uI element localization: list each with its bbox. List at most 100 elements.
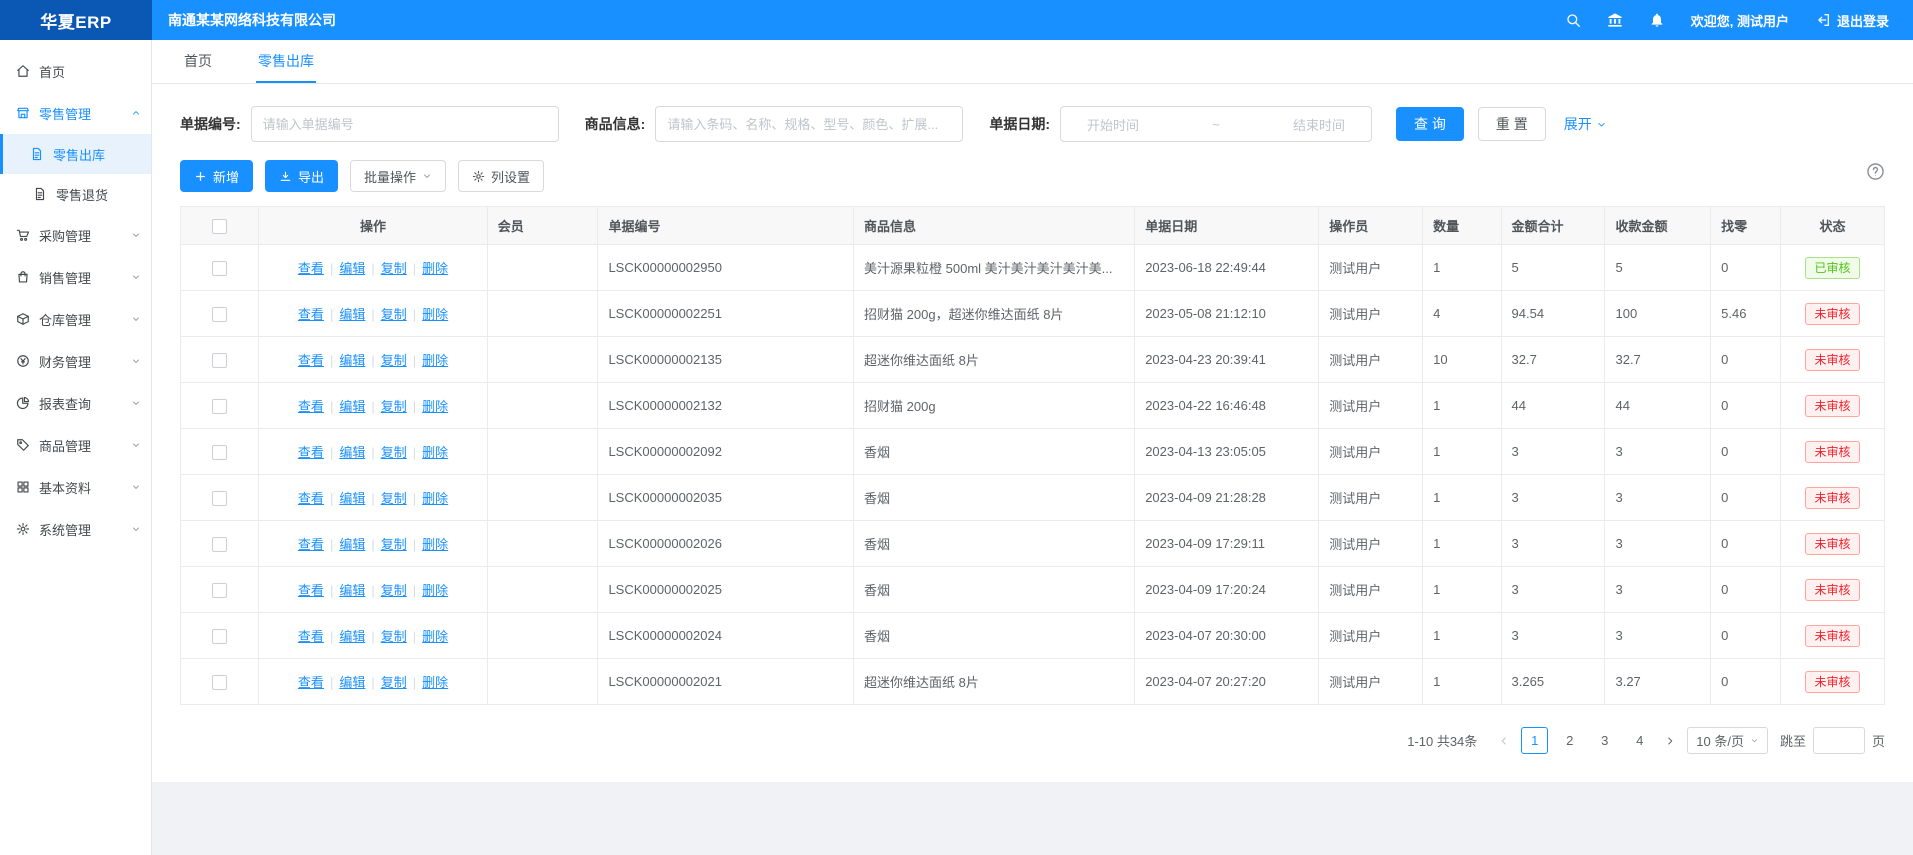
row-checkbox[interactable] [212,353,227,368]
page-3[interactable]: 3 [1591,727,1618,754]
edit-link[interactable]: 编辑 [339,491,365,506]
batch-operations-button[interactable]: 批量操作 [350,160,446,192]
sidebar-item-sale[interactable]: 销售管理 [0,256,151,298]
export-button[interactable]: 导出 [265,160,338,192]
sidebar-item-home[interactable]: 首页 [0,50,151,92]
page-2[interactable]: 2 [1556,727,1583,754]
select-all-checkbox[interactable] [212,219,227,234]
edit-link[interactable]: 编辑 [339,583,365,598]
tab-retail-out[interactable]: 零售出库 [256,40,316,83]
copy-link[interactable]: 复制 [381,353,407,368]
copy-link[interactable]: 复制 [381,491,407,506]
row-checkbox[interactable] [212,491,227,506]
page-4[interactable]: 4 [1626,727,1653,754]
actions-cell: 查看|编辑|复制|删除 [259,613,487,659]
edit-link[interactable]: 编辑 [339,353,365,368]
copy-link[interactable]: 复制 [381,583,407,598]
main-area: 首页零售出库 单据编号: 商品信息: 单据日期: 开始时间 ~ 结束时间 查 询… [152,40,1913,855]
search-button[interactable]: 查 询 [1396,107,1464,141]
copy-link[interactable]: 复制 [381,399,407,414]
copy-link[interactable]: 复制 [381,629,407,644]
view-link[interactable]: 查看 [298,261,324,276]
copy-link[interactable]: 复制 [381,537,407,552]
delete-link[interactable]: 删除 [422,445,448,460]
copy-link[interactable]: 复制 [381,445,407,460]
row-checkbox[interactable] [212,399,227,414]
total-amount-cell: 3 [1501,429,1605,475]
page-1[interactable]: 1 [1521,727,1548,754]
date-range-picker[interactable]: 开始时间 ~ 结束时间 [1060,106,1372,142]
quantity-cell: 1 [1423,659,1501,705]
bank-icon[interactable] [1607,12,1623,28]
row-checkbox[interactable] [212,445,227,460]
edit-link[interactable]: 编辑 [339,399,365,414]
sidebar-item-retail[interactable]: 零售管理 [0,92,151,134]
row-checkbox[interactable] [212,261,227,276]
checkbox-cell [181,475,259,521]
delete-link[interactable]: 删除 [422,307,448,322]
app-logo[interactable]: 华夏ERP [0,0,152,40]
sidebar-item-system[interactable]: 系统管理 [0,508,151,550]
sidebar-item-retail-return[interactable]: 零售退货 [0,174,151,214]
delete-link[interactable]: 删除 [422,675,448,690]
delete-link[interactable]: 删除 [422,353,448,368]
delete-link[interactable]: 删除 [422,629,448,644]
sidebar-item-finance[interactable]: 财务管理 [0,340,151,382]
edit-link[interactable]: 编辑 [339,537,365,552]
sidebar-item-report[interactable]: 报表查询 [0,382,151,424]
view-link[interactable]: 查看 [298,445,324,460]
edit-link[interactable]: 编辑 [339,261,365,276]
welcome-text[interactable]: 欢迎您, 测试用户 [1691,11,1789,30]
reset-button[interactable]: 重 置 [1478,107,1546,141]
delete-link[interactable]: 删除 [422,583,448,598]
prev-page-button[interactable] [1495,735,1513,747]
view-link[interactable]: 查看 [298,675,324,690]
delete-link[interactable]: 删除 [422,491,448,506]
delete-link[interactable]: 删除 [422,537,448,552]
row-checkbox[interactable] [212,307,227,322]
edit-link[interactable]: 编辑 [339,675,365,690]
help-icon[interactable] [1866,162,1885,181]
edit-link[interactable]: 编辑 [339,307,365,322]
view-link[interactable]: 查看 [298,399,324,414]
row-checkbox[interactable] [212,675,227,690]
sidebar-item-retail-out[interactable]: 零售出库 [0,134,151,174]
search-icon[interactable] [1565,12,1581,28]
sidebar-item-basic[interactable]: 基本资料 [0,466,151,508]
tab-home[interactable]: 首页 [182,40,214,83]
logout-button[interactable]: 退出登录 [1815,11,1889,30]
expand-link[interactable]: 展开 [1564,114,1607,134]
status-cell: 未审核 [1780,613,1884,659]
sidebar-item-warehouse[interactable]: 仓库管理 [0,298,151,340]
sidebar-item-label: 仓库管理 [39,310,91,329]
copy-link[interactable]: 复制 [381,261,407,276]
sidebar-item-purchase[interactable]: 采购管理 [0,214,151,256]
view-link[interactable]: 查看 [298,307,324,322]
view-link[interactable]: 查看 [298,353,324,368]
view-link[interactable]: 查看 [298,491,324,506]
edit-link[interactable]: 编辑 [339,629,365,644]
status-cell: 未审核 [1780,567,1884,613]
column-settings-button[interactable]: 列设置 [458,160,544,192]
view-link[interactable]: 查看 [298,537,324,552]
bell-icon[interactable] [1649,12,1665,28]
copy-link[interactable]: 复制 [381,675,407,690]
bill-no-input[interactable] [251,106,559,142]
row-checkbox[interactable] [212,537,227,552]
next-page-button[interactable] [1661,735,1679,747]
delete-link[interactable]: 删除 [422,399,448,414]
view-link[interactable]: 查看 [298,583,324,598]
edit-link[interactable]: 编辑 [339,445,365,460]
copy-link[interactable]: 复制 [381,307,407,322]
sidebar-item-goods[interactable]: 商品管理 [0,424,151,466]
status-badge: 未审核 [1805,349,1859,371]
delete-link[interactable]: 删除 [422,261,448,276]
row-checkbox[interactable] [212,583,227,598]
page-size-select[interactable]: 10 条/页 [1687,727,1768,754]
row-checkbox[interactable] [212,629,227,644]
column-header-10: 状态 [1780,207,1884,245]
view-link[interactable]: 查看 [298,629,324,644]
add-button[interactable]: 新增 [180,160,253,192]
material-input[interactable] [655,106,963,142]
jump-page-input[interactable] [1813,727,1865,754]
